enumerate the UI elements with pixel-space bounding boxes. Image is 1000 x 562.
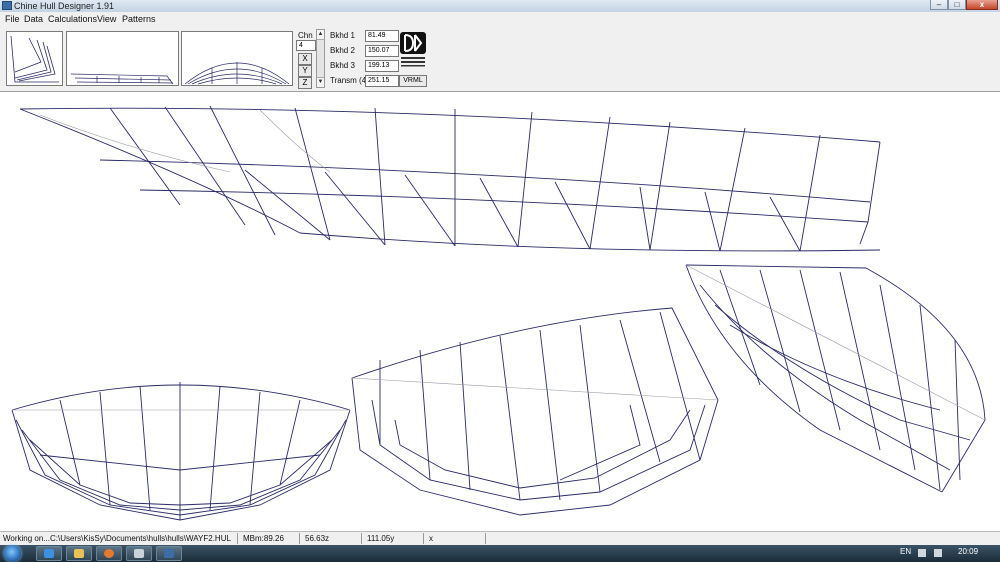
z-axis-button[interactable]: Z — [298, 77, 312, 89]
scroll-up-icon[interactable]: ▲ — [317, 30, 324, 40]
status-z-coordinate: 56.63z — [302, 533, 362, 544]
windows-taskbar: EN 20:09 — [0, 545, 1000, 562]
vrml-button[interactable]: VRML — [399, 75, 427, 87]
thumbnail-plan-view[interactable] — [66, 31, 179, 86]
side-elevation-view — [19, 105, 881, 252]
bulkhead-2-field[interactable]: 150.07 — [365, 45, 399, 57]
menu-data[interactable]: Data — [24, 12, 43, 26]
app-icon — [2, 1, 12, 10]
maximize-button[interactable]: □ — [948, 0, 966, 10]
y-axis-button[interactable]: Y — [298, 65, 312, 77]
language-indicator[interactable]: EN — [900, 547, 911, 556]
perspective-view-2 — [685, 264, 986, 493]
start-button-icon[interactable] — [4, 545, 21, 562]
minimize-button[interactable]: – — [930, 0, 948, 10]
bulkhead-3-label: Bkhd 3 — [330, 61, 355, 70]
chine-scrollbar[interactable]: ▲ ▼ — [316, 29, 325, 88]
bulkhead-3-field[interactable]: 199.13 — [365, 60, 399, 72]
menu-view[interactable]: View — [97, 12, 116, 26]
transom-label: Transm (4) — [330, 76, 369, 85]
window-title: Chine Hull Designer 1.91 — [14, 1, 115, 11]
explorer-taskbar-icon[interactable] — [66, 546, 92, 561]
status-file-path: Working on...C:\Users\KisSy\Documents\hu… — [0, 533, 238, 544]
bulkhead-2-label: Bkhd 2 — [330, 46, 355, 55]
menu-calculations[interactable]: Calculations — [48, 12, 97, 26]
designer-logo — [400, 32, 426, 67]
status-bar: Working on...C:\Users\KisSy\Documents\hu… — [0, 531, 1000, 546]
firefox-taskbar-icon[interactable] — [96, 546, 122, 561]
status-y-coordinate: 111.05y — [364, 533, 424, 544]
clock[interactable]: 20:09 — [958, 547, 978, 556]
chine-count-field[interactable]: 4 — [296, 40, 316, 51]
bulkhead-1-field[interactable]: 81.49 — [365, 30, 399, 42]
hull-view-canvas[interactable] — [0, 92, 1000, 531]
hull-designer-taskbar-icon[interactable] — [156, 546, 182, 561]
menu-file[interactable]: File — [5, 12, 20, 26]
ie-taskbar-icon[interactable] — [36, 546, 62, 561]
bow-end-view — [11, 382, 351, 521]
perspective-view-1 — [351, 307, 719, 516]
status-x-coordinate: x — [426, 533, 486, 544]
menu-patterns[interactable]: Patterns — [122, 12, 156, 26]
network-icon[interactable] — [918, 549, 926, 557]
status-mbm: MBm:89.26 — [240, 533, 300, 544]
app-window: Chine Hull Designer 1.91 – □ x File Data… — [0, 0, 1000, 546]
transom-field[interactable]: 251.15 — [365, 75, 399, 87]
hull-wireframe-drawing — [11, 105, 986, 521]
thumbnail-profile-view[interactable] — [181, 31, 293, 86]
x-axis-button[interactable]: X — [298, 53, 312, 65]
menu-bar: File Data Calculations View Patterns — [0, 12, 1000, 26]
thumbnail-end-view[interactable] — [6, 31, 63, 86]
bulkhead-1-label: Bkhd 1 — [330, 31, 355, 40]
download-taskbar-icon[interactable] — [126, 546, 152, 561]
volume-icon[interactable] — [934, 549, 942, 557]
close-button[interactable]: x — [966, 0, 998, 10]
chine-label: Chn — [298, 31, 313, 40]
toolbar: Chn 4 X Y Z ▲ ▼ Bkhd 1 81.49 Bkhd 2 150.… — [0, 26, 1000, 92]
scroll-down-icon[interactable]: ▼ — [317, 77, 324, 87]
